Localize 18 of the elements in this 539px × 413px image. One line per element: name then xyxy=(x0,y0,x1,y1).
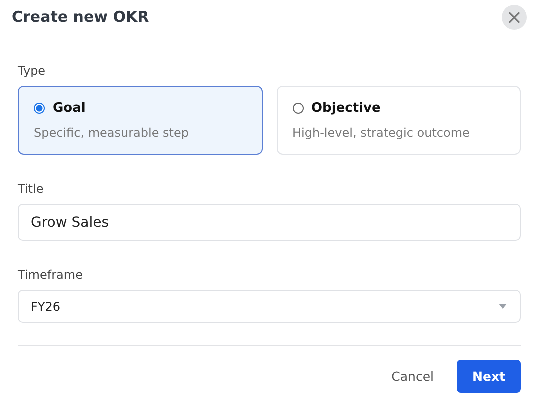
option-card[interactable]: Goal Specific, measurable step xyxy=(18,86,262,155)
field-label: Title xyxy=(18,182,45,196)
next-button[interactable]: Next xyxy=(457,360,521,393)
title-field[interactable]: Grow Sales xyxy=(18,204,521,241)
option-title: Goal xyxy=(53,101,86,116)
option-card[interactable]: Objective High-level, strategic outcome xyxy=(276,86,521,155)
timeframe-dropdown[interactable]: FY26 xyxy=(18,290,521,323)
radio-button[interactable] xyxy=(34,103,45,114)
dialog-title: Create new OKR xyxy=(11,8,150,26)
caret-icon xyxy=(499,304,507,309)
option-description: Specific, measurable step xyxy=(34,126,190,140)
option-title: Objective xyxy=(312,101,381,116)
field-label: Timeframe xyxy=(18,268,84,282)
radio-button[interactable] xyxy=(292,103,304,114)
close-button[interactable]: × xyxy=(502,4,527,30)
option-description: High-level, strategic outcome xyxy=(292,126,470,140)
cancel-button[interactable]: Cancel xyxy=(382,361,444,392)
field-label: Type xyxy=(18,64,47,78)
